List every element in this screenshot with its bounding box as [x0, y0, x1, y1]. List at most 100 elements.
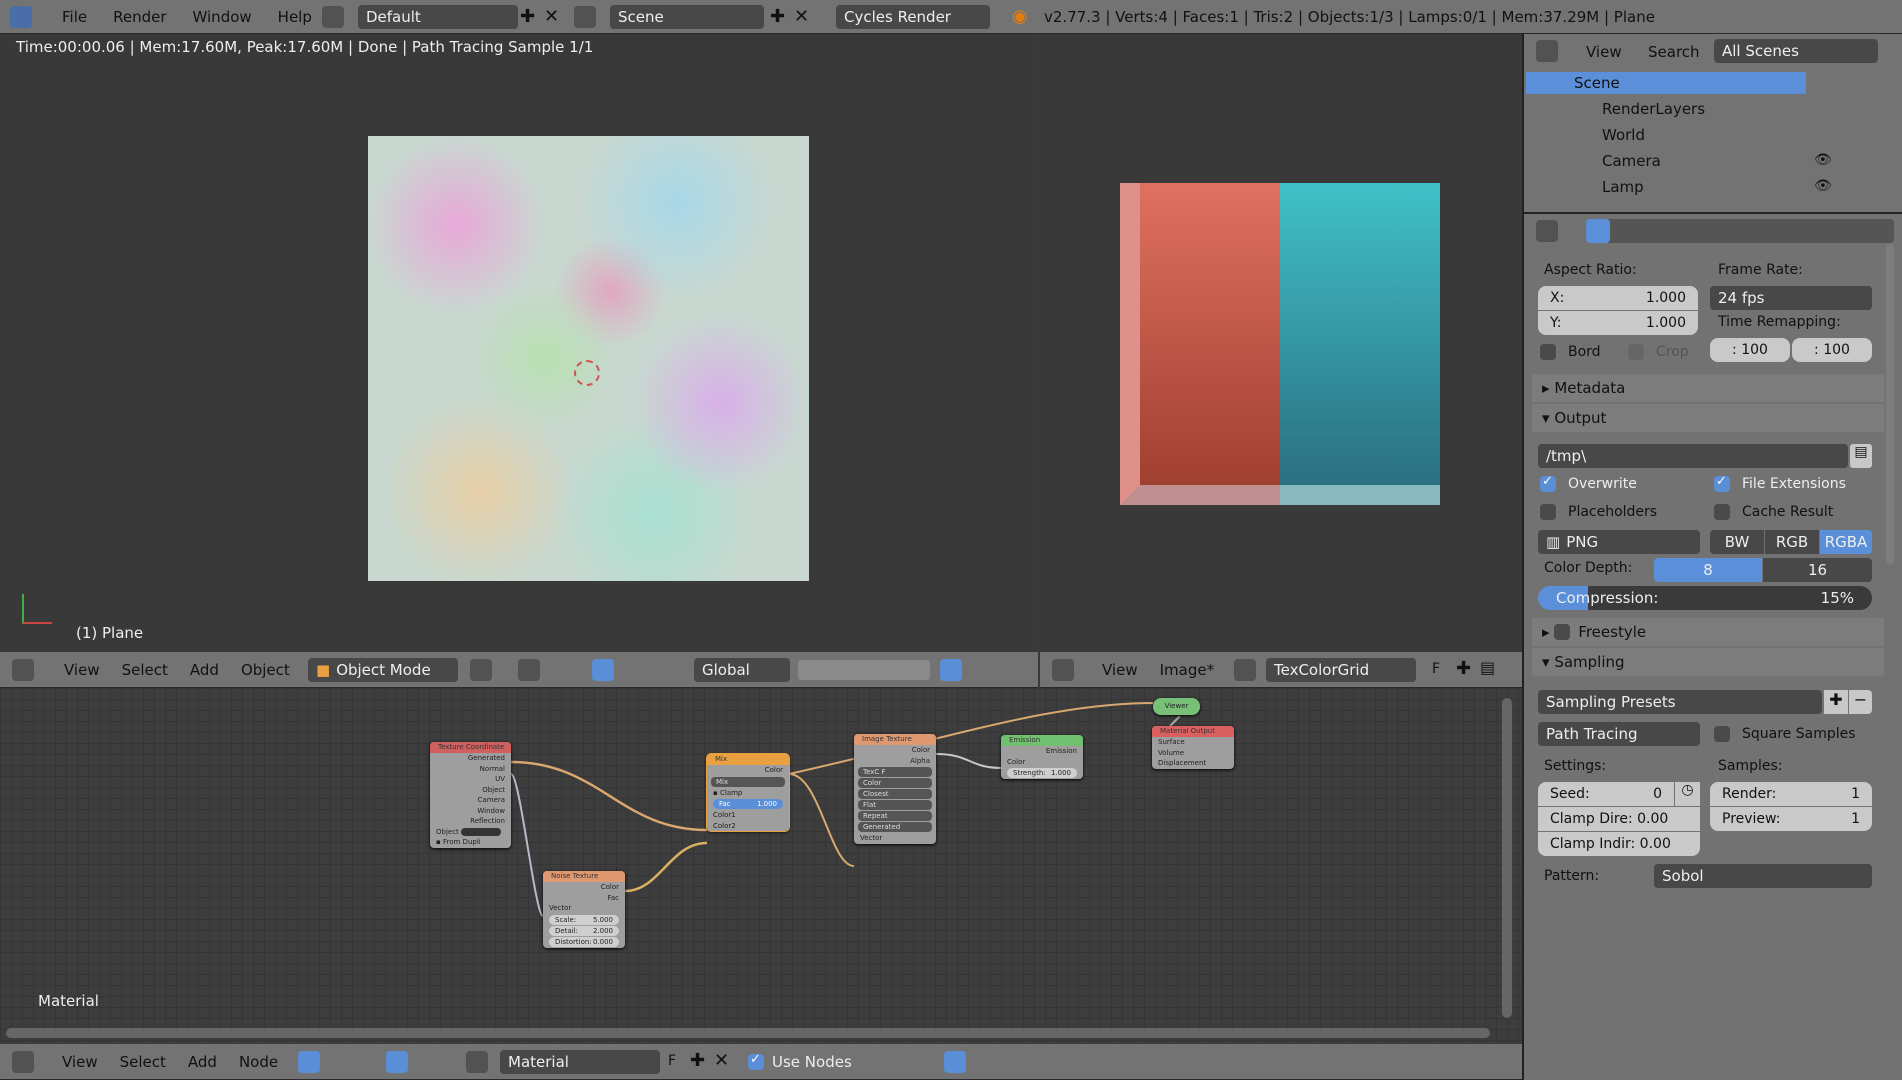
info-editor-icon[interactable]: [10, 6, 32, 28]
clamp-indirect-field[interactable]: Clamp Indir: 0.00: [1538, 832, 1700, 856]
aspect-x-field[interactable]: X: 1.000: [1538, 286, 1698, 310]
render-tab-icon[interactable]: [1586, 219, 1610, 243]
object-field[interactable]: Object: [430, 827, 511, 838]
horizontal-scrollbar[interactable]: [6, 1028, 1490, 1038]
socket-color[interactable]: Color: [1001, 757, 1083, 768]
distortion-field[interactable]: Distortion: 0.000: [549, 936, 619, 947]
socket-object[interactable]: Object: [430, 785, 511, 796]
integrator-select[interactable]: Path Tracing: [1538, 722, 1700, 746]
detail-field[interactable]: Detail: 2.000: [549, 925, 619, 936]
lock-camera-icon[interactable]: [940, 659, 962, 681]
border-checkbox[interactable]: [1540, 344, 1556, 360]
animated-seed-icon[interactable]: ◷: [1675, 782, 1700, 806]
editor-type-icon[interactable]: [1536, 220, 1558, 242]
manipulator-icon[interactable]: [592, 659, 614, 681]
menu-file[interactable]: File: [62, 8, 87, 26]
add-scene-icon[interactable]: ✚: [770, 6, 785, 27]
fake-user-button[interactable]: F: [1432, 661, 1440, 677]
socket-displacement[interactable]: Displacement: [1152, 758, 1234, 769]
node-editor[interactable]: Texture Coordinate Generated Normal UV O…: [0, 688, 1522, 1044]
socket-color[interactable]: Color: [707, 765, 789, 776]
panel-metadata[interactable]: ▸ Metadata: [1532, 374, 1884, 402]
sampling-presets-select[interactable]: Sampling Presets: [1538, 690, 1822, 714]
remove-preset-icon[interactable]: −: [1849, 690, 1872, 714]
socket-camera[interactable]: Camera: [430, 795, 511, 806]
shading-icon[interactable]: [470, 659, 492, 681]
editor-type-icon[interactable]: [12, 659, 34, 681]
file-extensions-checkbox[interactable]: [1714, 474, 1730, 492]
fake-user-button[interactable]: F: [882, 768, 886, 776]
object-nodes-icon[interactable]: [386, 1051, 408, 1073]
editor-type-icon[interactable]: [12, 1051, 34, 1073]
socket-color1[interactable]: Color1: [707, 810, 789, 821]
socket-vector[interactable]: Vector: [854, 833, 936, 844]
node-emission[interactable]: Emission Emission Color Strength: 1.000: [1001, 735, 1083, 779]
add-layout-icon[interactable]: ✚: [520, 6, 535, 27]
render-samples-field[interactable]: Render: 1: [1710, 782, 1872, 806]
panel-sampling[interactable]: ▾ Sampling: [1532, 648, 1884, 676]
remap-new-field[interactable]: : 100: [1792, 338, 1872, 362]
orientation-select[interactable]: Global: [694, 658, 790, 682]
3d-viewport[interactable]: Time:00:00.06 | Mem:17.60M, Peak:17.60M …: [0, 34, 1038, 652]
3d-cursor-icon[interactable]: [574, 360, 600, 386]
menu-render[interactable]: Render: [113, 8, 166, 26]
pattern-select[interactable]: Sobol: [1654, 864, 1872, 888]
socket-volume[interactable]: Volume: [1152, 748, 1234, 759]
socket-fac[interactable]: Fac: [543, 893, 625, 904]
crop-checkbox[interactable]: [1628, 344, 1644, 360]
blend-select[interactable]: Mix: [711, 776, 785, 787]
render-engine-select[interactable]: Cycles Render: [836, 5, 990, 29]
layout-icon[interactable]: [322, 6, 344, 28]
file-format-select[interactable]: ▥ PNG: [1538, 530, 1700, 554]
menu-add[interactable]: Add: [188, 1053, 217, 1071]
layout-select[interactable]: Default: [358, 5, 518, 29]
image-name-field[interactable]: TexColorGrid: [1266, 658, 1416, 682]
socket-uv[interactable]: UV: [430, 774, 511, 785]
socket-color2[interactable]: Color2: [707, 821, 789, 832]
socket-generated[interactable]: Generated: [430, 753, 511, 764]
socket-color[interactable]: Color: [854, 745, 936, 756]
node-texture-coordinate[interactable]: Texture Coordinate Generated Normal UV O…: [430, 742, 511, 848]
folder-icon[interactable]: ▤: [1850, 444, 1872, 468]
remove-scene-icon[interactable]: ✕: [794, 6, 809, 27]
layer-buttons[interactable]: [798, 660, 930, 680]
color-mode-rgba[interactable]: RGBA: [1820, 530, 1872, 554]
color-depth-8[interactable]: 8: [1654, 558, 1762, 582]
menu-add[interactable]: Add: [190, 661, 219, 679]
clamp-direct-field[interactable]: Clamp Dire: 0.00: [1538, 807, 1700, 831]
add-preset-icon[interactable]: ✚: [1824, 690, 1848, 714]
mode-select[interactable]: ■ Object Mode: [308, 658, 458, 682]
outliner-item-lamp[interactable]: Lamp: [1602, 178, 1644, 196]
compression-slider[interactable]: Compression: 15%: [1538, 586, 1872, 610]
context-tabs[interactable]: [1586, 219, 1894, 243]
remap-old-field[interactable]: : 100: [1710, 338, 1790, 362]
fake-user-button[interactable]: F: [668, 1053, 676, 1069]
placeholders-checkbox[interactable]: [1540, 504, 1556, 520]
image-select[interactable]: TexC F: [858, 767, 932, 777]
editor-type-icon[interactable]: [1052, 659, 1074, 681]
aspect-y-field[interactable]: Y: 1.000: [1538, 311, 1698, 335]
outliner-item-world[interactable]: World: [1602, 126, 1645, 144]
visibility-eye-icon[interactable]: 👁: [1814, 178, 1832, 194]
source-select[interactable]: Generated: [858, 822, 932, 832]
output-path-field[interactable]: /tmp\: [1538, 444, 1848, 468]
remove-material-icon[interactable]: ✕: [714, 1050, 729, 1071]
menu-view[interactable]: View: [1102, 661, 1138, 679]
snap-icon[interactable]: [944, 1051, 966, 1073]
menu-image[interactable]: Image*: [1160, 661, 1214, 679]
menu-window[interactable]: Window: [193, 8, 252, 26]
socket-surface[interactable]: Surface: [1152, 737, 1234, 748]
panel-freestyle[interactable]: ▸ Freestyle: [1532, 618, 1884, 646]
shader-nodes-icon[interactable]: [298, 1051, 320, 1073]
visibility-eye-icon[interactable]: 👁: [1814, 152, 1832, 168]
editor-type-icon[interactable]: [1536, 40, 1558, 62]
material-name-field[interactable]: Material: [500, 1050, 660, 1074]
socket-emission[interactable]: Emission: [1001, 746, 1083, 757]
node-viewer[interactable]: Viewer: [1153, 698, 1200, 715]
image-browse-icon[interactable]: [1234, 659, 1256, 681]
socket-alpha[interactable]: Alpha: [854, 756, 936, 767]
socket-window[interactable]: Window: [430, 806, 511, 817]
square-samples-checkbox[interactable]: [1714, 726, 1730, 742]
menu-select[interactable]: Select: [120, 1053, 166, 1071]
menu-search[interactable]: Search: [1648, 43, 1700, 61]
